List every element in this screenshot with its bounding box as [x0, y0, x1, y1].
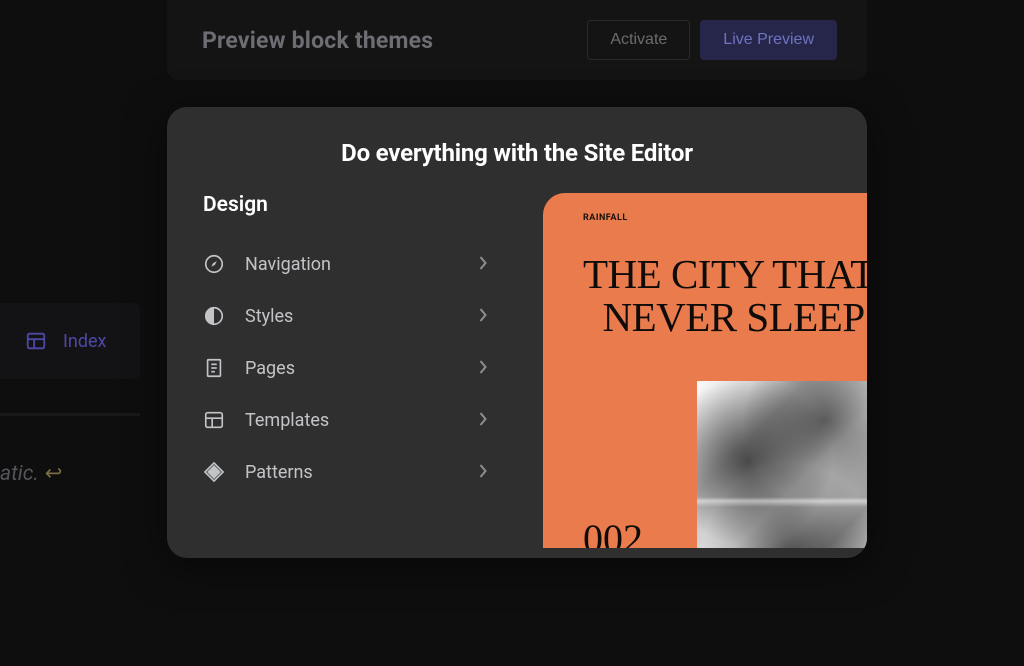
- half-circle-icon: [203, 305, 225, 327]
- modal-title: Do everything with the Site Editor: [167, 107, 867, 167]
- preview-brand: RAINFALL: [583, 213, 867, 223]
- chevron-right-icon: [479, 358, 488, 379]
- preview-themes-title: Preview block themes: [202, 27, 433, 54]
- design-item-label: Templates: [245, 410, 459, 431]
- design-heading: Design: [203, 193, 523, 217]
- design-item-label: Navigation: [245, 254, 459, 275]
- chevron-right-icon: [479, 306, 488, 327]
- preview-headline: THE CITY THAT NEVER SLEEP: [583, 253, 867, 339]
- design-item-label: Styles: [245, 306, 459, 327]
- design-list: Navigation Styles: [203, 243, 523, 493]
- design-item-styles[interactable]: Styles: [203, 295, 523, 337]
- preview-image: [697, 381, 867, 548]
- top-buttons: Activate Live Preview: [587, 20, 837, 60]
- layout-icon: [25, 330, 47, 352]
- sidebar-item-index[interactable]: Index: [0, 303, 140, 379]
- sidebar-item-label: Index: [63, 331, 106, 352]
- preview-headline-l2: NEVER SLEEP: [603, 294, 865, 340]
- chevron-right-icon: [479, 462, 488, 483]
- page-icon: [203, 357, 225, 379]
- design-item-label: Pages: [245, 358, 459, 379]
- design-item-patterns[interactable]: Patterns: [203, 451, 523, 493]
- design-item-pages[interactable]: Pages: [203, 347, 523, 389]
- live-preview-button[interactable]: Live Preview: [700, 20, 837, 60]
- activate-button[interactable]: Activate: [587, 20, 690, 60]
- design-item-navigation[interactable]: Navigation: [203, 243, 523, 285]
- preview-number: 002: [583, 515, 643, 548]
- chevron-right-icon: [479, 410, 488, 431]
- preview-headline-l1: THE CITY THAT: [583, 251, 867, 297]
- return-icon: ↩: [45, 461, 63, 486]
- site-editor-modal: Do everything with the Site Editor Desig…: [167, 107, 867, 558]
- design-item-templates[interactable]: Templates: [203, 399, 523, 441]
- design-item-label: Patterns: [245, 462, 459, 483]
- chevron-right-icon: [479, 254, 488, 275]
- site-preview: RAINFALL THE CITY THAT NEVER SLEEP 002: [543, 193, 867, 548]
- diamond-icon: [203, 461, 225, 483]
- window-icon: [203, 409, 225, 431]
- left-code-snippet: atic. ↩: [0, 461, 62, 486]
- compass-icon: [203, 253, 225, 275]
- design-panel: Design Navigation: [203, 193, 523, 548]
- left-snippet-text: atic.: [0, 462, 39, 486]
- left-divider: [0, 413, 140, 416]
- preview-themes-bar: Preview block themes Activate Live Previ…: [167, 0, 867, 80]
